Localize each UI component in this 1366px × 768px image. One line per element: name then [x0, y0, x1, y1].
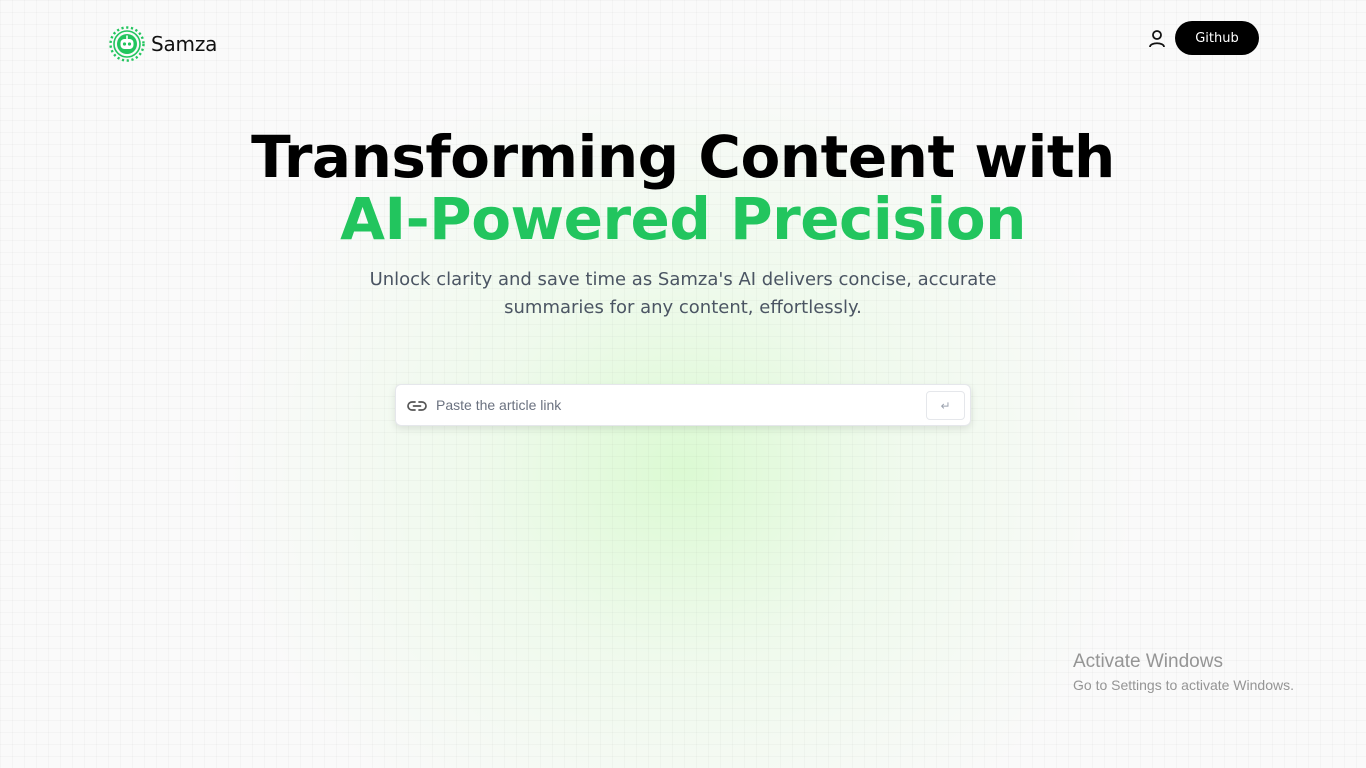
top-nav: Samza Github — [0, 0, 1366, 80]
hero-subtitle: Unlock clarity and save time as Samza's … — [369, 269, 997, 318]
watermark-title: Activate Windows — [1073, 651, 1223, 672]
watermark-subtitle: Go to Settings to activate Windows. — [1073, 677, 1294, 693]
github-button[interactable]: Github — [1175, 21, 1259, 55]
hero-title-line1: Transforming Content with — [251, 123, 1115, 191]
link-icon — [406, 396, 428, 416]
article-link-form: ↵ — [395, 384, 971, 426]
robot-gear-logo-icon — [109, 26, 145, 62]
brand-home-link[interactable]: Samza — [108, 25, 217, 63]
page: Samza Github Transforming Content with A… — [0, 0, 1366, 768]
windows-activation-watermark: Activate Windows Go to Settings to activ… — [1073, 651, 1294, 695]
user-account-button[interactable] — [1146, 27, 1168, 51]
hero-title: Transforming Content with AI-Powered Pre… — [0, 126, 1366, 250]
article-link-input[interactable] — [436, 391, 906, 419]
submit-button[interactable]: ↵ — [926, 391, 965, 420]
brand-name: Samza — [151, 32, 218, 56]
user-icon — [1149, 30, 1165, 48]
hero-title-line2: AI-Powered Precision — [340, 185, 1026, 253]
